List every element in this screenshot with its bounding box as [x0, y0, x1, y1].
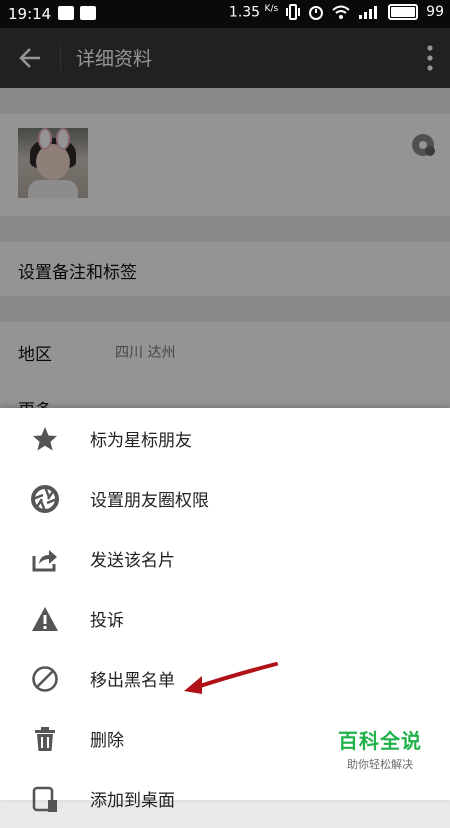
battery-level: 99	[426, 4, 444, 21]
trash-icon	[35, 727, 55, 751]
vibrate-icon	[286, 4, 301, 21]
menu-item-send-card[interactable]: 发送该名片	[0, 528, 450, 588]
menu-item-label: 投诉	[90, 611, 124, 631]
menu-item-label: 添加到桌面	[90, 791, 175, 811]
watermark-logo: 百科全说 助你轻松解决	[338, 725, 422, 772]
menu-item-report[interactable]: 投诉	[0, 588, 450, 648]
battery-icon	[388, 4, 419, 21]
menu-item-label: 发送该名片	[90, 551, 175, 571]
watermark-title: 百科全说	[338, 729, 422, 753]
add-to-desktop-icon	[32, 786, 57, 812]
alarm-icon	[309, 6, 324, 21]
notification-icons	[58, 6, 96, 20]
status-time: 19:14	[8, 5, 52, 23]
menu-item-label: 删除	[90, 731, 124, 751]
annotation-arrow	[184, 662, 278, 694]
block-icon	[32, 666, 58, 692]
watermark-subtitle: 助你轻松解决	[347, 758, 413, 771]
status-bar: 19:14 1.35 K/s 99	[0, 0, 450, 28]
menu-item-moments-permission[interactable]: 设置朋友圈权限	[0, 468, 450, 528]
moments-aperture-icon	[31, 485, 59, 513]
network-speed: 1.35 K/s	[229, 4, 278, 21]
network-speed-value: 1.35	[228, 4, 261, 21]
photo-notification-icon	[58, 6, 74, 20]
signal-icon	[359, 6, 378, 20]
menu-item-label: 设置朋友圈权限	[90, 491, 209, 511]
star-icon	[33, 427, 57, 451]
contact-actions-sheet: 标为星标朋友 设置朋友圈权限 发送该名片 投诉 移出黑名单 删除 添加到桌面 百…	[0, 408, 450, 812]
network-speed-unit: K/s	[264, 4, 279, 14]
menu-item-star-friend[interactable]: 标为星标朋友	[0, 408, 450, 468]
wifi-icon	[332, 5, 350, 20]
menu-item-label: 标为星标朋友	[90, 431, 192, 451]
menu-item-label: 移出黑名单	[90, 671, 175, 691]
status-right: 1.35 K/s 99	[229, 4, 444, 21]
app-notification-icon	[80, 6, 96, 20]
warning-icon	[32, 607, 58, 631]
menu-item-add-to-desktop[interactable]: 添加到桌面	[0, 768, 450, 828]
share-icon	[32, 550, 57, 572]
